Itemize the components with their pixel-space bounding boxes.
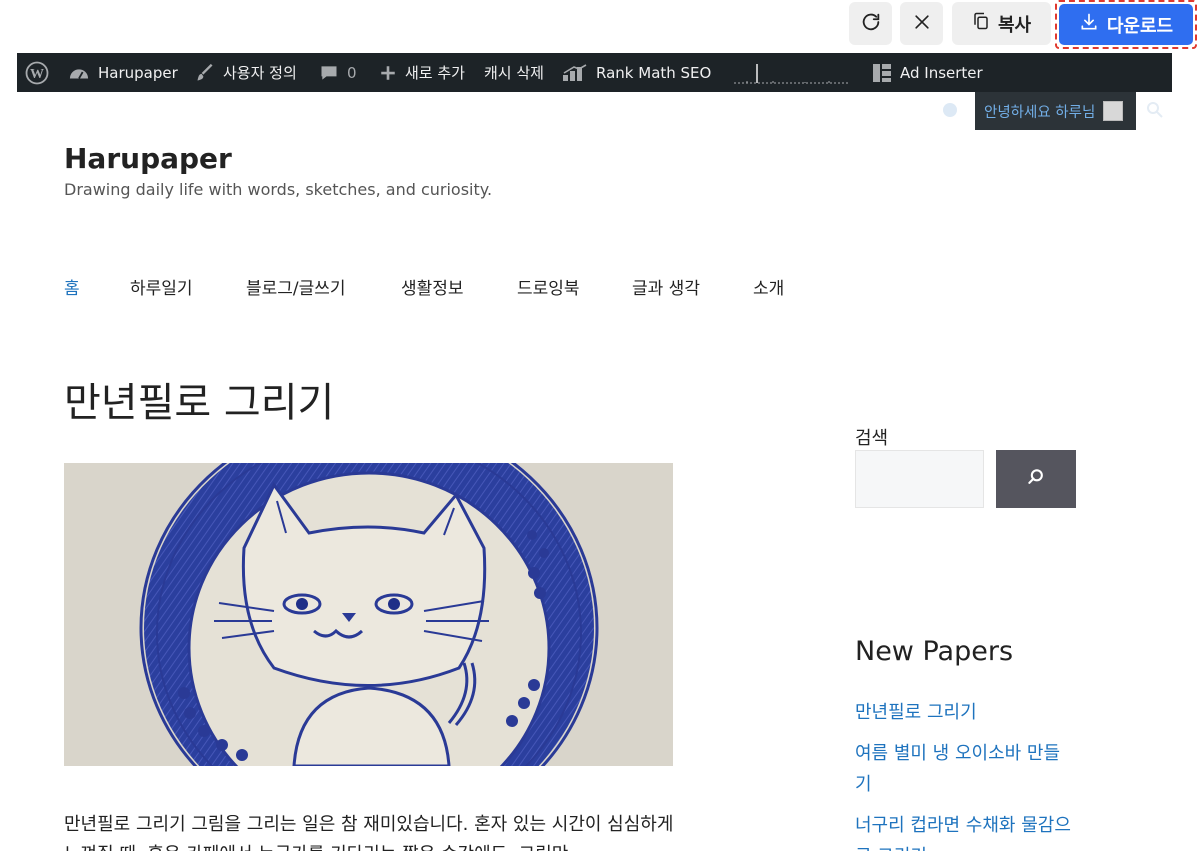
nav-item-life-info[interactable]: 생활정보: [401, 274, 517, 300]
ad-inserter-label: Ad Inserter: [900, 63, 983, 82]
nav-item-home[interactable]: 홈: [64, 274, 130, 300]
search-input[interactable]: [855, 450, 984, 508]
search-button[interactable]: [996, 450, 1076, 508]
brush-icon: [195, 63, 215, 83]
wordpress-menu[interactable]: W: [25, 53, 49, 92]
customize-menu[interactable]: 사용자 정의: [195, 53, 297, 92]
comments-menu[interactable]: 0: [319, 53, 357, 92]
dashboard-icon: [68, 63, 90, 83]
copy-icon: [972, 11, 990, 36]
sparkline-icon: [734, 63, 850, 83]
clear-cache-label: 캐시 삭제: [484, 64, 544, 82]
copy-label: 복사: [997, 14, 1032, 36]
post-body: 만년필로 그리기 그림을 그리는 일은 참 재미있습니다. 혼자 있는 시간이 …: [64, 814, 674, 851]
faint-search-icon: [1145, 100, 1165, 120]
ad-inserter-menu[interactable]: Ad Inserter: [872, 53, 983, 92]
featured-image: [64, 463, 673, 766]
download-highlight: 다운로드: [1055, 0, 1197, 49]
main-navigation: 홈 하루일기 블로그/글쓰기 생활정보 드로잉북 글과 생각 소개: [64, 274, 784, 300]
download-button[interactable]: 다운로드: [1059, 4, 1193, 45]
clear-cache-menu[interactable]: 캐시 삭제: [484, 53, 544, 92]
new-content-menu[interactable]: 새로 추가: [379, 53, 465, 92]
avatar: [1103, 101, 1124, 121]
site-title[interactable]: Harupaper: [64, 142, 232, 175]
download-label: 다운로드: [1106, 15, 1174, 37]
post-title: 만년필로 그리기: [64, 380, 335, 426]
search-icon: [1026, 467, 1046, 491]
rank-math-icon: [562, 63, 588, 82]
cat-drawing-image: [64, 463, 673, 766]
copy-button[interactable]: 복사: [952, 2, 1051, 45]
nav-item-diary[interactable]: 하루일기: [130, 274, 246, 300]
faint-circle-icon: [940, 100, 960, 120]
new-papers-list: 만년필로 그리기 여름 별미 냉 오이소바 만들기 너구리 컵라면 수채화 물감…: [855, 697, 1075, 851]
customize-label: 사용자 정의: [223, 64, 297, 82]
new-papers-heading: New Papers: [855, 636, 1014, 667]
download-icon: [1079, 12, 1099, 37]
account-menu[interactable]: 안녕하세요 하루님: [975, 92, 1136, 130]
search-label: 검색: [855, 428, 889, 449]
rank-math-menu[interactable]: Rank Math SEO: [562, 53, 711, 92]
new-paper-link[interactable]: 만년필로 그리기: [855, 697, 1075, 728]
nav-item-drawing-book[interactable]: 드로잉북: [517, 274, 632, 300]
new-content-label: 새로 추가: [405, 64, 465, 82]
refresh-icon: [860, 11, 882, 37]
greeting-text: 안녕하세요 하루님: [984, 104, 1096, 121]
nav-item-writing-thoughts[interactable]: 글과 생각: [632, 274, 753, 300]
nav-item-blog[interactable]: 블로그/글쓰기: [246, 274, 401, 300]
refresh-button[interactable]: [849, 2, 892, 45]
comments-count: 0: [347, 63, 357, 82]
wp-admin-bar: W Harupaper 사용자 정의 0 새로 추가 캐시 삭제 Rank Ma…: [17, 53, 1172, 92]
new-paper-link[interactable]: 너구리 컵라면 수채화 물감으로 그리기: [855, 810, 1075, 851]
rank-math-label: Rank Math SEO: [596, 63, 712, 82]
plus-icon: [379, 64, 397, 82]
new-paper-link[interactable]: 여름 별미 냉 오이소바 만들기: [855, 738, 1075, 800]
nav-item-about[interactable]: 소개: [753, 274, 784, 300]
close-button[interactable]: [900, 2, 943, 45]
site-tagline: Drawing daily life with words, sketches,…: [64, 180, 493, 199]
site-name: Harupaper: [98, 63, 178, 82]
site-name-menu[interactable]: Harupaper: [68, 53, 178, 92]
svg-text:W: W: [30, 67, 44, 82]
ad-inserter-icon: [872, 63, 892, 83]
comment-icon: [319, 63, 339, 83]
close-icon: [912, 12, 932, 36]
stats-sparkline[interactable]: [733, 53, 851, 92]
wordpress-icon: W: [25, 61, 49, 85]
